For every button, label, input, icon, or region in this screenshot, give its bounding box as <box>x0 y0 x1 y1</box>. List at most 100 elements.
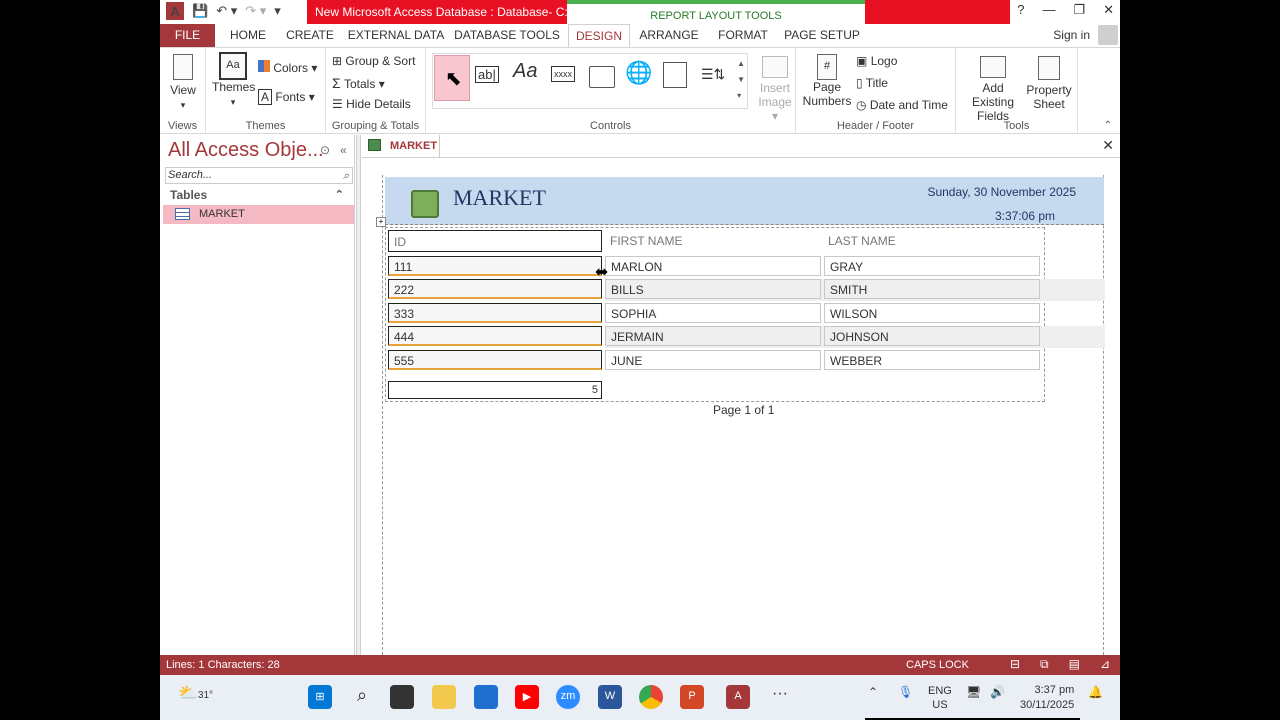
cell-first-name[interactable]: MARLON <box>605 256 821 276</box>
textbox-control[interactable]: ab| <box>475 66 499 83</box>
select-control[interactable]: ⬉ <box>434 55 470 101</box>
logo-button[interactable]: ▣ Logo <box>856 54 897 68</box>
cell-last-name[interactable]: GRAY <box>824 256 1040 276</box>
insert-image-button[interactable]: Insert Image ▾ <box>754 56 796 123</box>
cell-id[interactable]: 333 <box>388 303 602 323</box>
section-collapse-icon[interactable]: ⌃ <box>335 188 344 201</box>
nav-section-tables[interactable]: Tables ⌃ <box>162 187 354 204</box>
customize-qat-icon[interactable]: ▾ <box>274 3 281 19</box>
cell-id[interactable]: 444 <box>388 326 602 346</box>
page-number[interactable]: Page 1 of 1 <box>713 403 774 417</box>
property-sheet-button[interactable]: Property Sheet <box>1026 56 1072 111</box>
colors-button[interactable]: Colors ▾ <box>258 60 317 75</box>
label-control[interactable]: Aa <box>513 60 537 83</box>
nav-search-input[interactable]: Search... ⌕ <box>165 167 353 184</box>
task-view-icon[interactable] <box>390 685 414 709</box>
column-header-first-name[interactable]: FIRST NAME <box>605 230 819 252</box>
cell-first-name[interactable]: JERMAIN <box>605 326 821 346</box>
system-clock[interactable]: 3:37 pm 30/11/2025 <box>1020 683 1074 713</box>
cell-last-name[interactable]: WEBBER <box>824 350 1040 370</box>
report-title[interactable]: MARKET <box>453 185 546 211</box>
button-control[interactable]: xxxx <box>551 66 575 82</box>
tab-format[interactable]: FORMAT <box>712 24 774 47</box>
avatar[interactable] <box>1098 25 1118 45</box>
layout-move-handle-icon[interactable]: + <box>376 217 386 227</box>
restore-button[interactable]: ❐ <box>1073 2 1085 18</box>
weather-widget[interactable]: ⛅31° <box>178 683 213 703</box>
web-browser-icon[interactable] <box>663 62 687 88</box>
cell-first-name[interactable]: BILLS <box>605 279 821 299</box>
close-document-icon[interactable]: ✕ <box>1102 137 1114 154</box>
powerpoint-icon[interactable]: P <box>680 685 704 709</box>
word-icon[interactable]: W <box>598 685 622 709</box>
search-taskbar-icon[interactable]: ⌕ <box>350 685 374 709</box>
report-logo-icon[interactable] <box>411 190 439 218</box>
print-preview-icon[interactable]: ⧉ <box>1040 657 1049 672</box>
tab-file[interactable]: FILE <box>160 24 215 47</box>
help-icon[interactable]: ? <box>1017 2 1024 18</box>
access-taskbar-icon[interactable]: A <box>726 685 750 709</box>
pane-splitter[interactable] <box>356 135 361 655</box>
collapse-ribbon-icon[interactable]: ⌃ <box>1104 120 1112 131</box>
hyperlink-icon[interactable]: 🌐 <box>625 60 652 86</box>
view-button[interactable]: View ▾ <box>164 54 202 111</box>
minimize-button[interactable]: — <box>1042 2 1055 18</box>
fonts-button[interactable]: A Fonts ▾ <box>258 89 315 105</box>
search-icon[interactable]: ⌕ <box>343 170 349 183</box>
nav-pane-title[interactable]: All Access Obje... <box>168 139 324 162</box>
report-time[interactable]: 3:37:06 pm <box>995 209 1055 223</box>
cell-id[interactable]: 555 <box>388 350 602 370</box>
tab-control-icon[interactable] <box>589 66 615 88</box>
nav-collapse-icon[interactable]: « <box>340 143 347 157</box>
start-icon[interactable]: ⊞ <box>308 685 332 709</box>
report-date[interactable]: Sunday, 30 November 2025 <box>927 185 1076 199</box>
navigation-control-icon[interactable]: ☰⇅ <box>701 66 725 83</box>
volume-icon[interactable]: 🔊 <box>990 685 1005 699</box>
title-button[interactable]: ▯ Title <box>856 76 888 90</box>
column-header-id[interactable]: ID <box>388 230 602 252</box>
themes-button[interactable]: Aa Themes ▾ <box>212 52 255 108</box>
network-icon[interactable]: 🖥 <box>966 685 981 699</box>
nav-menu-icon[interactable]: ⊙ <box>320 143 330 157</box>
gallery-scroll[interactable]: ▲ ▼ ▾ <box>737 56 745 104</box>
close-button[interactable]: ✕ <box>1103 2 1114 18</box>
tab-design[interactable]: DESIGN <box>568 24 630 47</box>
notification-icon[interactable]: 🔔 <box>1088 685 1103 699</box>
cell-id[interactable]: 222 <box>388 279 602 299</box>
sign-in-link[interactable]: Sign in <box>1053 28 1090 42</box>
totals-button[interactable]: Σ Totals ▾ <box>332 75 385 91</box>
store-icon[interactable] <box>474 685 498 709</box>
tab-create[interactable]: CREATE <box>282 24 338 47</box>
cell-first-name[interactable]: JUNE <box>605 350 821 370</box>
tab-arrange[interactable]: ARRANGE <box>638 24 700 47</box>
zoom-icon[interactable]: zm <box>556 685 580 709</box>
tray-chevron-icon[interactable]: ⌃ <box>868 685 878 699</box>
layout-view-icon[interactable]: ▤ <box>1069 657 1080 672</box>
nav-item-market[interactable]: MARKET <box>163 205 354 224</box>
microphone-icon[interactable]: 🎙 <box>898 685 913 699</box>
hide-details-button[interactable]: ☰ Hide Details <box>332 97 411 111</box>
design-view-icon[interactable]: ⊿ <box>1100 657 1110 672</box>
undo-icon[interactable]: ↶ ▾ <box>216 3 237 19</box>
tab-database-tools[interactable]: DATABASE TOOLS <box>454 24 560 47</box>
tab-page-setup[interactable]: PAGE SETUP <box>784 24 860 47</box>
column-header-last-name[interactable]: LAST NAME <box>823 230 1037 252</box>
report-view-icon[interactable]: ⊟ <box>1010 657 1020 672</box>
cell-id[interactable]: 111 <box>388 256 602 276</box>
id-count-total[interactable]: 5 <box>388 381 602 399</box>
date-time-button[interactable]: ◷ Date and Time <box>856 98 948 112</box>
page-numbers-button[interactable]: # Page Numbers <box>802 54 852 108</box>
doc-tab-market[interactable]: MARKET <box>362 135 440 157</box>
tab-external-data[interactable]: EXTERNAL DATA <box>346 24 446 47</box>
tab-home[interactable]: HOME <box>222 24 274 47</box>
save-icon[interactable]: 💾 <box>192 3 208 19</box>
cell-last-name[interactable]: WILSON <box>824 303 1040 323</box>
cell-first-name[interactable]: SOPHIA <box>605 303 821 323</box>
youtube-icon[interactable]: ▶ <box>515 685 539 709</box>
redo-icon[interactable]: ↷ ▾ <box>245 3 266 19</box>
chrome-icon[interactable] <box>639 685 663 709</box>
language-indicator[interactable]: ENG US <box>928 684 952 712</box>
cell-last-name[interactable]: JOHNSON <box>824 326 1040 346</box>
file-explorer-icon[interactable] <box>432 685 456 709</box>
more-apps-icon[interactable]: ··· <box>768 685 792 709</box>
